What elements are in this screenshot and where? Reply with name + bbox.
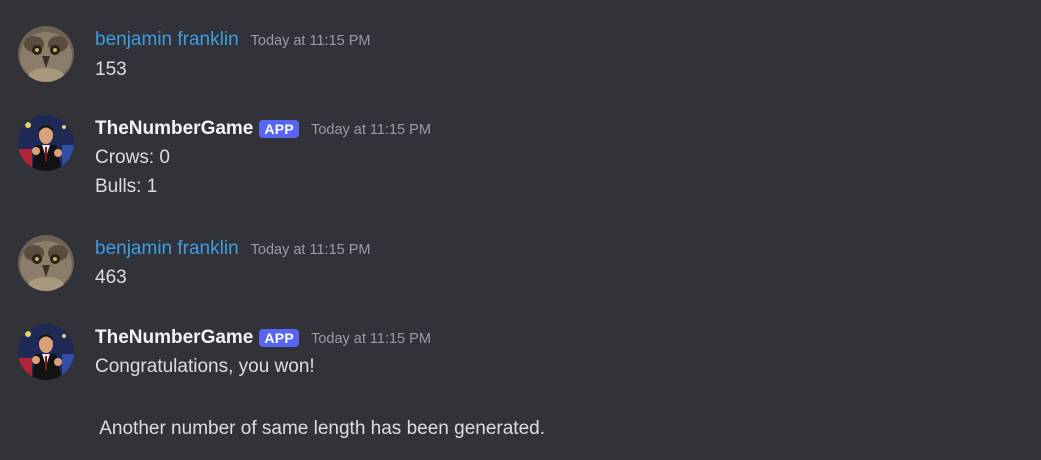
man-in-suit-avatar-icon[interactable] [18,115,74,171]
message-text: 463 [95,267,127,288]
username[interactable]: TheNumberGame [95,117,253,141]
timestamp: Today at 11:15 PM [311,331,431,347]
app-badge: APP [259,329,300,347]
chat-message-list: benjamin franklin Today at 11:15 PM 153 [0,0,1041,460]
message-text: Crows: 0 [95,147,170,168]
message-text: 153 [95,59,127,80]
message-text: Bulls: 1 [95,176,158,197]
message-text: Congratulations, you won! [95,356,315,377]
timestamp: Today at 11:15 PM [250,33,371,49]
timestamp: Today at 11:15 PM [250,242,371,258]
timestamp: Today at 11:15 PM [311,122,431,138]
username[interactable]: TheNumberGame [95,326,253,350]
owl-avatar-icon[interactable] [18,235,74,291]
username[interactable]: benjamin franklin [95,28,239,52]
message-text: Another number of same length has been g… [95,418,545,439]
man-in-suit-avatar-icon[interactable] [18,324,74,380]
owl-avatar-icon[interactable] [18,26,74,82]
username[interactable]: benjamin franklin [95,237,239,261]
app-badge: APP [259,120,300,138]
